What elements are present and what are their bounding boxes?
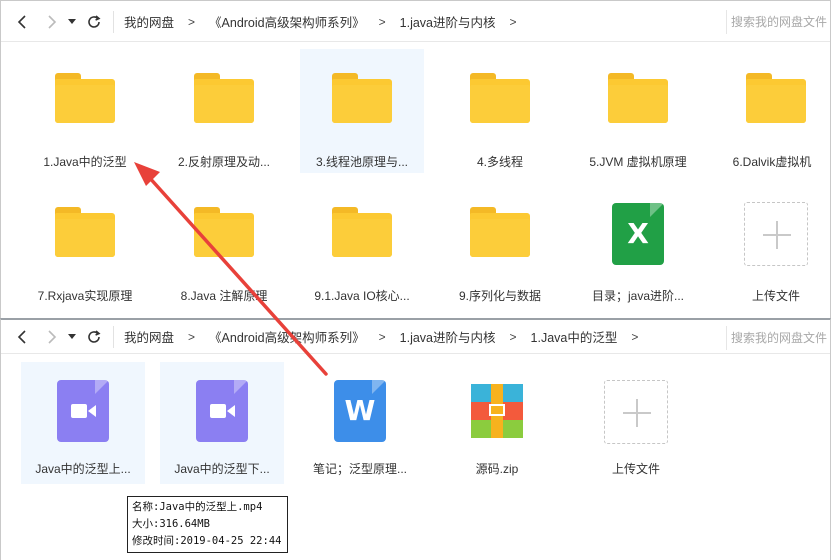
folder-label: 7.Rxjava实现原理 [37,289,133,303]
folder-label: 3.线程池原理与... [315,155,408,169]
folder-label: 4.多线程 [476,155,523,169]
breadcrumb-java-generics[interactable]: 1.Java中的泛型 [529,327,620,346]
breadcrumb: 我的网盘 > 《Android高级架构师系列》 > 1.java进阶与内核 > … [122,327,650,346]
zip-archive-icon [471,384,523,438]
refresh-icon[interactable] [83,326,105,348]
history-dropdown-icon[interactable] [65,11,79,33]
folder-icon [746,73,806,123]
bottom-navigation-bar: 我的网盘 > 《Android高级架构师系列》 > 1.java进阶与内核 > … [1,320,830,354]
folder-icon [194,73,254,123]
upload-file-item[interactable]: 上传文件 [574,362,698,484]
breadcrumb-chevron-icon: > [378,14,386,29]
breadcrumb: 我的网盘 > 《Android高级架构师系列》 > 1.java进阶与内核 > [122,12,529,31]
file-label: 笔记；泛型原理... [312,462,407,476]
upload-plus-icon [604,380,668,444]
folder-item[interactable]: 7.Rxjava实现原理 [23,185,147,305]
folder-item[interactable]: 1.Java中的泛型 [23,51,147,171]
breadcrumb-chevron-icon: > [509,329,517,344]
video-file-item-selected[interactable]: Java中的泛型下... [160,362,284,484]
folder-icon [332,207,392,257]
breadcrumb-my-drive[interactable]: 我的网盘 [122,12,176,31]
excel-file-item[interactable]: X 目录；java进阶... [576,185,700,305]
file-label: Java中的泛型下... [174,462,270,476]
upload-label: 上传文件 [751,289,800,303]
back-arrow-icon[interactable] [11,11,33,33]
search-box [726,326,830,350]
upload-label: 上传文件 [611,462,660,476]
bottom-file-pane: 我的网盘 > 《Android高级架构师系列》 > 1.java进阶与内核 > … [0,318,831,560]
file-info-tooltip: 名称:Java中的泛型上.mp4 大小:316.64MB 修改时间:2019-0… [127,496,288,553]
folder-icon [470,73,530,123]
folder-icon [55,207,115,257]
file-label: 源码.zip [475,462,519,476]
breadcrumb-my-drive[interactable]: 我的网盘 [122,327,176,346]
breadcrumb-series[interactable]: 《Android高级架构师系列》 [207,327,367,346]
video-file-item-selected[interactable]: Java中的泛型上... [21,362,145,484]
folder-item[interactable]: 4.多线程 [438,51,562,171]
breadcrumb-chevron-icon: > [188,329,196,344]
forward-arrow-icon[interactable] [41,11,63,33]
top-navigation-bar: 我的网盘 > 《Android高级架构师系列》 > 1.java进阶与内核 > [1,2,830,42]
folder-label: 6.Dalvik虚拟机 [732,155,812,169]
folder-label: 9.1.Java IO核心... [314,289,410,303]
folder-label: 5.JVM 虚拟机原理 [589,155,687,169]
breadcrumb-java-core[interactable]: 1.java进阶与内核 [398,327,498,346]
folder-label: 8.Java 注解原理 [180,289,268,303]
word-file-item[interactable]: W 笔记；泛型原理... [298,362,422,484]
forward-arrow-icon[interactable] [41,326,63,348]
search-box [726,10,830,34]
breadcrumb-chevron-icon: > [188,14,196,29]
folder-item[interactable]: 9.1.Java IO核心... [300,185,424,305]
history-dropdown-icon[interactable] [65,326,79,348]
folder-item[interactable]: 2.反射原理及动... [162,51,286,171]
top-file-pane: 我的网盘 > 《Android高级架构师系列》 > 1.java进阶与内核 > … [0,0,831,318]
nav-separator [113,10,114,33]
tooltip-file-size: 大小:316.64MB [132,518,210,530]
file-label: Java中的泛型上... [35,462,131,476]
search-input[interactable] [731,331,830,345]
search-input[interactable] [731,15,830,29]
breadcrumb-chevron-icon[interactable]: > [631,330,638,344]
breadcrumb-chevron-icon[interactable]: > [510,15,517,29]
folder-label: 9.序列化与数据 [458,289,541,303]
back-arrow-icon[interactable] [11,326,33,348]
refresh-icon[interactable] [83,11,105,33]
folder-icon [470,207,530,257]
breadcrumb-series[interactable]: 《Android高级架构师系列》 [207,12,367,31]
upload-file-item[interactable]: 上传文件 [714,185,830,305]
tooltip-file-name: 名称:Java中的泛型上.mp4 [132,501,263,513]
folder-icon [194,207,254,257]
folder-item[interactable]: 5.JVM 虚拟机原理 [576,51,700,171]
word-icon: W [334,380,386,442]
video-icon [57,380,109,442]
folder-icon [608,73,668,123]
upload-plus-icon [744,202,808,266]
folder-item[interactable]: 6.Dalvik虚拟机 [714,51,830,171]
tooltip-modified-time: 修改时间:2019-04-25 22:44 [132,535,282,547]
folder-label: 1.Java中的泛型 [43,155,127,169]
folder-icon [55,73,115,123]
video-icon [196,380,248,442]
folder-item[interactable]: 8.Java 注解原理 [162,185,286,305]
zip-file-item[interactable]: 源码.zip [435,362,559,484]
nav-separator [113,325,114,348]
breadcrumb-java-core[interactable]: 1.java进阶与内核 [398,12,498,31]
folder-icon [332,73,392,123]
folder-item-selected[interactable]: 3.线程池原理与... [300,49,424,173]
breadcrumb-chevron-icon: > [378,329,386,344]
folder-item[interactable]: 9.序列化与数据 [438,185,562,305]
file-label: 目录；java进阶... [591,289,685,303]
folder-label: 2.反射原理及动... [177,155,270,169]
excel-icon: X [612,203,664,265]
